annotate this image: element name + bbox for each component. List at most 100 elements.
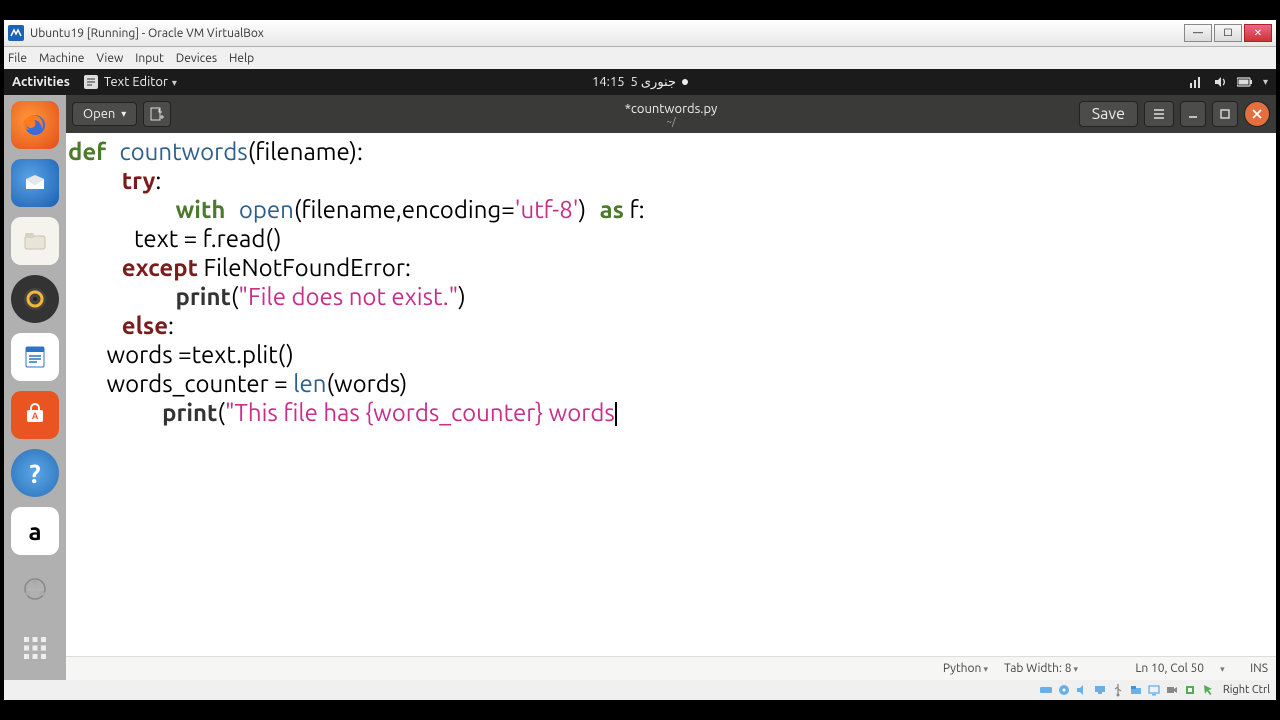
keyword-else: else <box>122 312 168 339</box>
code-editor[interactable]: def countwords(filename): try: with open… <box>66 133 1276 656</box>
tab-width-selector[interactable]: Tab Width: 8 <box>1004 662 1078 675</box>
window-maximize-button[interactable] <box>1212 101 1238 127</box>
code-line: text = f.read() <box>68 225 282 252</box>
cursor-position-caret[interactable] <box>1220 662 1234 675</box>
code-text: FileNotFoundError: <box>198 254 411 281</box>
vb-menu-view[interactable]: View <box>96 52 123 65</box>
vb-status-bar: Right Ctrl <box>4 680 1276 700</box>
string-literal: "This file has {words_counter} words <box>225 399 615 426</box>
vb-close-button[interactable]: ✕ <box>1244 24 1272 42</box>
code-text: (filename): <box>248 138 363 165</box>
gnome-dock: A ? a Java EE <box>4 95 66 680</box>
svg-text:A: A <box>32 411 39 421</box>
vb-shared-folders-icon[interactable] <box>1129 683 1143 697</box>
vb-menu-bar: File Machine View Input Devices Help <box>4 47 1276 69</box>
vb-menu-help[interactable]: Help <box>229 52 254 65</box>
vb-menu-machine[interactable]: Machine <box>39 52 84 65</box>
eclipse-launcher[interactable]: Java EE <box>11 565 59 613</box>
vb-window-title: Ubuntu19 [Running] - Oracle VM VirtualBo… <box>30 27 1182 40</box>
minimize-icon <box>1187 108 1199 120</box>
vb-menu-file[interactable]: File <box>8 52 27 65</box>
builtin-print: print <box>176 283 231 310</box>
code-text: f: <box>624 196 645 223</box>
code-text: ) <box>579 196 587 223</box>
app-menu[interactable]: Text Editor <box>84 75 177 89</box>
language-selector[interactable]: Python <box>943 662 988 675</box>
close-icon <box>1251 108 1263 120</box>
keyword-with: with <box>176 196 226 223</box>
vb-audio-icon[interactable] <box>1075 683 1089 697</box>
insert-mode: INS <box>1250 662 1268 675</box>
code-text: ) <box>458 283 466 310</box>
vb-host-key: Right Ctrl <box>1223 684 1270 696</box>
thunderbird-launcher[interactable] <box>11 159 59 207</box>
text-editor-icon <box>84 75 98 89</box>
gedit-title: *countwords.py ~/ <box>625 102 718 127</box>
new-tab-button[interactable] <box>143 101 171 127</box>
save-button-label: Save <box>1092 105 1125 123</box>
help-launcher[interactable]: ? <box>11 449 59 497</box>
vb-hdd-icon[interactable] <box>1039 683 1053 697</box>
vb-maximize-button[interactable]: ☐ <box>1214 24 1242 42</box>
vb-minimize-button[interactable]: — <box>1184 24 1212 42</box>
code-text: (words) <box>326 370 407 397</box>
vb-title-bar: Ubuntu19 [Running] - Oracle VM VirtualBo… <box>4 20 1276 47</box>
window-minimize-button[interactable] <box>1180 101 1206 127</box>
gedit-status-bar: Python Tab Width: 8 Ln 10, Col 50 INS <box>66 656 1276 680</box>
keyword-try: try <box>122 167 156 194</box>
code-line: words =text.plit() <box>68 341 294 368</box>
function-name: countwords <box>120 138 248 165</box>
clock-date: جنوری 5 <box>631 75 676 90</box>
builtin-len: len <box>293 370 326 397</box>
open-button[interactable]: Open <box>72 102 137 126</box>
string-literal: 'utf-8' <box>515 196 579 223</box>
hamburger-menu-button[interactable] <box>1144 101 1174 127</box>
vb-cd-icon[interactable] <box>1057 683 1071 697</box>
vb-display-icon[interactable] <box>1147 683 1161 697</box>
libreoffice-writer-launcher[interactable] <box>11 333 59 381</box>
keyword-def: def <box>68 138 106 165</box>
guest-viewport: Activities Text Editor 14:15 جنوری 5 ▾ A… <box>4 69 1276 680</box>
gedit-file-title: *countwords.py <box>625 102 718 116</box>
volume-icon[interactable] <box>1213 75 1227 89</box>
app-menu-label: Text Editor <box>104 75 177 89</box>
keyword-as: as <box>600 196 624 223</box>
text-cursor <box>615 402 617 426</box>
vb-menu-devices[interactable]: Devices <box>176 52 217 65</box>
files-launcher[interactable] <box>11 217 59 265</box>
rhythmbox-launcher[interactable] <box>11 275 59 323</box>
ubuntu-software-launcher[interactable]: A <box>11 391 59 439</box>
activities-button[interactable]: Activities <box>12 75 70 89</box>
notification-dot-icon <box>682 79 688 85</box>
vb-mouse-icon[interactable] <box>1201 683 1215 697</box>
gedit-file-subtitle: ~/ <box>625 116 718 127</box>
network-icon[interactable] <box>1189 75 1203 89</box>
amazon-launcher[interactable]: a <box>11 507 59 555</box>
open-button-label: Open <box>83 107 115 121</box>
code-text: (filename,encoding= <box>294 196 515 223</box>
builtin-open: open <box>239 196 294 223</box>
battery-icon[interactable] <box>1237 77 1253 87</box>
clock-time: 14:15 <box>592 75 625 89</box>
cursor-position: Ln 10, Col 50 <box>1094 662 1204 675</box>
vb-cpu-icon[interactable] <box>1183 683 1197 697</box>
system-menu-caret-icon[interactable]: ▾ <box>1263 76 1268 88</box>
builtin-print: print <box>162 399 217 426</box>
firefox-launcher[interactable] <box>11 101 59 149</box>
code-text: : <box>155 167 161 194</box>
gedit-header-bar: Open *countwords.py ~/ Save <box>66 95 1276 133</box>
window-close-button[interactable] <box>1244 101 1270 127</box>
maximize-icon <box>1219 108 1231 120</box>
string-literal: "File does not exist." <box>238 283 458 310</box>
save-button[interactable]: Save <box>1079 101 1138 127</box>
code-text: words_counter = <box>68 370 293 397</box>
vb-menu-input[interactable]: Input <box>135 52 164 65</box>
vb-usb-icon[interactable] <box>1111 683 1125 697</box>
vb-recording-icon[interactable] <box>1165 683 1179 697</box>
new-document-icon <box>149 106 165 122</box>
code-text: ( <box>217 399 225 426</box>
vb-network-icon[interactable] <box>1093 683 1107 697</box>
svg-text:Java EE: Java EE <box>27 586 44 592</box>
show-applications-launcher[interactable] <box>11 624 59 672</box>
clock-area[interactable]: 14:15 جنوری 5 <box>592 75 688 90</box>
